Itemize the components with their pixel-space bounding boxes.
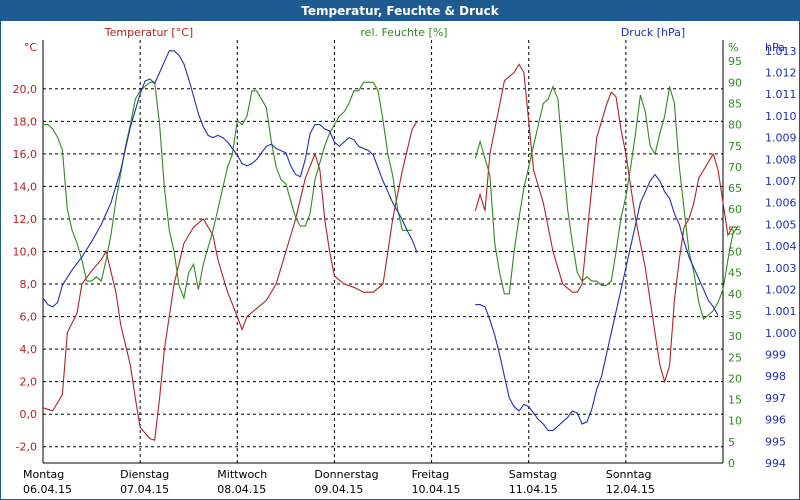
temp-tick-label: 8,0 — [20, 278, 38, 291]
pressure-line — [475, 173, 719, 432]
humidity-tick-label: 25 — [728, 351, 742, 364]
humidity-tick-label: 80 — [728, 119, 742, 132]
x-tick-date: 09.04.15 — [314, 483, 363, 496]
humidity-tick-label: 45 — [728, 267, 742, 280]
humidity-tick-label: 20 — [728, 372, 742, 385]
temp-tick-label: 20,0 — [13, 83, 38, 96]
x-tick-day: Mittwoch — [217, 468, 267, 481]
pressure-tick-label: 997 — [765, 392, 786, 405]
temp-tick-label: 0,0 — [20, 408, 38, 421]
humidity-tick-label: 65 — [728, 182, 742, 195]
humidity-line — [43, 81, 413, 300]
humidity-tick-label: 5 — [728, 436, 735, 449]
humidity-tick-label: 75 — [728, 140, 742, 153]
pressure-tick-label: 1.002 — [765, 283, 797, 296]
pressure-tick-label: 1.001 — [765, 305, 797, 318]
humidity-tick-label: 95 — [728, 55, 742, 68]
temp-tick-label: 4,0 — [20, 343, 38, 356]
temp-tick-label: 6,0 — [20, 311, 38, 324]
humidity-tick-label: 85 — [728, 97, 742, 110]
pressure-tick-label: 1.007 — [765, 175, 797, 188]
temp-unit-label: °C — [24, 41, 38, 54]
pressure-tick-label: 1.010 — [765, 110, 797, 123]
humidity-tick-label: 10 — [728, 415, 742, 428]
humidity-tick-label: 15 — [728, 394, 742, 407]
temp-tick-label: 10,0 — [13, 246, 38, 259]
humidity-unit-label: % — [728, 41, 738, 54]
pressure-tick-label: 1.005 — [765, 218, 797, 231]
x-tick-date: 07.04.15 — [120, 483, 169, 496]
pressure-tick-label: 999 — [765, 349, 786, 362]
humidity-tick-label: 90 — [728, 76, 742, 89]
temp-tick-label: -2,0 — [16, 441, 37, 454]
chart-grid — [42, 40, 724, 464]
pressure-tick-label: 994 — [765, 457, 786, 470]
pressure-tick-label: 1.003 — [765, 262, 797, 275]
temp-tick-label: 2,0 — [20, 376, 38, 389]
humidity-tick-label: 0 — [728, 457, 735, 470]
pressure-unit-label: hPa — [765, 41, 785, 54]
temp-tick-label: 18,0 — [13, 115, 38, 128]
x-tick-date: 08.04.15 — [217, 483, 266, 496]
pressure-tick-label: 1.012 — [765, 67, 797, 80]
pressure-axis-title: Druck [hPa] — [621, 26, 685, 39]
x-tick-date: 12.04.15 — [606, 483, 655, 496]
humidity-tick-label: 35 — [728, 309, 742, 322]
temp-tick-label: 14,0 — [13, 180, 38, 193]
x-tick-day: Montag — [23, 468, 64, 481]
x-tick-day: Freitag — [412, 468, 450, 481]
humidity-tick-label: 60 — [728, 203, 742, 216]
chart-window: Temperatur, Feuchte & Druck -2,0 0,0 2,0 4,… — [0, 0, 800, 500]
humidity-tick-label: 55 — [728, 224, 742, 237]
temperature-line — [474, 63, 738, 384]
humidity-tick-label: 50 — [728, 246, 742, 259]
pressure-tick-label: 1.008 — [765, 153, 797, 166]
humidity-tick-label: 30 — [728, 330, 742, 343]
humidity-axis-title: rel. Feuchte [%] — [360, 26, 447, 39]
x-tick-day: Samstag — [509, 468, 557, 481]
x-tick-date: 10.04.15 — [412, 483, 461, 496]
x-tick-date: 06.04.15 — [23, 483, 72, 496]
x-tick-day: Sonntag — [606, 468, 652, 481]
x-tick-date: 11.04.15 — [509, 483, 558, 496]
pressure-tick-label: 1.006 — [765, 197, 797, 210]
humidity-tick-label: 40 — [728, 288, 742, 301]
x-tick-day: Donnerstag — [314, 468, 378, 481]
pressure-tick-label: 1.000 — [765, 327, 797, 340]
temp-tick-label: 12,0 — [13, 213, 38, 226]
pressure-tick-label: 995 — [765, 435, 786, 448]
pressure-tick-label: 996 — [765, 414, 786, 427]
temperature-line — [42, 121, 418, 441]
humidity-tick-label: 70 — [728, 161, 742, 174]
temp-axis-title: Temperatur [°C] — [104, 26, 193, 39]
pressure-tick-label: 1.004 — [765, 240, 797, 253]
pressure-tick-label: 998 — [765, 370, 786, 383]
x-tick-day: Dienstag — [120, 468, 169, 481]
pressure-tick-label: 1.011 — [765, 88, 797, 101]
temp-tick-label: 16,0 — [13, 148, 38, 161]
pressure-tick-label: 1.009 — [765, 132, 797, 145]
weather-chart: -2,0 0,0 2,0 4,0 6,0 8,0 10,0 12,0 14,0 16,0 18,0 2… — [13, 26, 797, 496]
window-title: Temperatur, Feuchte & Druck — [1, 1, 799, 21]
